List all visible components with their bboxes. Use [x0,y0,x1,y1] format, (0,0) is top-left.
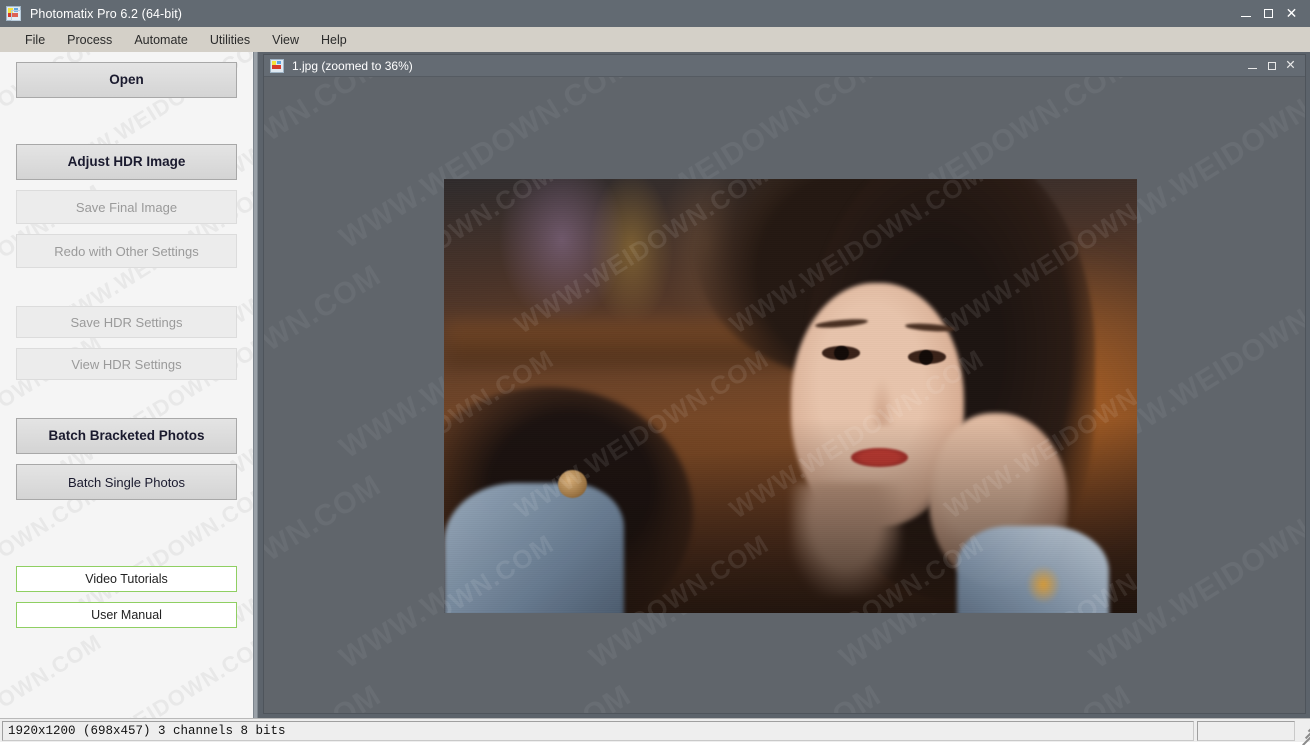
image-window-controls: ✕ [1243,55,1305,76]
statusbar: 1920x1200 (698x457) 3 channels 8 bits [0,718,1310,745]
image-close-button[interactable]: ✕ [1281,55,1300,76]
status-panel-secondary [1197,720,1295,741]
view-hdr-settings-button: View HDR Settings [16,348,237,380]
close-icon: ✕ [1285,5,1298,22]
workflow-sidebar: WWW.WEIDOWN.COM WWW.WEIDOWN.COM WWW.WEIDOW… [0,52,253,718]
application-window: Photomatix Pro 6.2 (64-bit) ✕ File Proce… [0,0,1310,745]
close-icon: ✕ [1285,57,1296,73]
main-content-row: WWW.WEIDOWN.COM WWW.WEIDOWN.COM WWW.WEIDOW… [0,52,1310,718]
batch-single-photos-button[interactable]: Batch Single Photos [16,464,237,500]
resize-grip-icon[interactable] [1297,723,1310,745]
menu-file[interactable]: File [14,31,56,49]
preview-photo[interactable]: WWW.WEIDOWN.COMWWW.WEIDOWN.COMWWW.WEIDOW… [444,179,1137,613]
image-window-titlebar: 1.jpg (zoomed to 36%) ✕ [264,55,1305,77]
status-info-text: 1920x1200 (698x457) 3 channels 8 bits [8,723,286,738]
minimize-icon [1240,16,1251,17]
video-tutorials-button[interactable]: Video Tutorials [16,566,237,592]
window-titlebar: Photomatix Pro 6.2 (64-bit) ✕ [0,0,1310,27]
batch-bracketed-photos-button[interactable]: Batch Bracketed Photos [16,418,237,454]
menu-help[interactable]: Help [310,31,358,49]
minimize-icon [1248,68,1257,69]
image-maximize-button[interactable] [1262,55,1281,76]
image-canvas[interactable]: WWW.WEIDOWN.COM WWW.WEIDOWN.COM WWW.WEIDOW… [264,77,1305,713]
photo-document-icon [270,58,284,73]
image-window-title: 1.jpg (zoomed to 36%) [292,58,413,73]
close-button[interactable]: ✕ [1280,0,1303,27]
menu-process[interactable]: Process [56,31,123,49]
open-button[interactable]: Open [16,62,237,98]
redo-with-other-settings-button: Redo with Other Settings [16,234,237,268]
minimize-button[interactable] [1234,0,1257,27]
menu-view[interactable]: View [261,31,310,49]
status-panel-info: 1920x1200 (698x457) 3 channels 8 bits [2,720,1194,741]
menubar: File Process Automate Utilities View Hel… [0,27,1310,52]
save-hdr-settings-button: Save HDR Settings [16,306,237,338]
maximize-button[interactable] [1257,0,1280,27]
window-title: Photomatix Pro 6.2 (64-bit) [30,6,183,21]
mdi-client-area: 1.jpg (zoomed to 36%) ✕ WWW.WEIDOWN.COM … [258,52,1310,718]
window-controls: ✕ [1234,0,1310,27]
user-manual-button[interactable]: User Manual [16,602,237,628]
menu-utilities[interactable]: Utilities [199,31,261,49]
image-minimize-button[interactable] [1243,55,1262,76]
maximize-icon [1264,9,1273,18]
image-document-window: 1.jpg (zoomed to 36%) ✕ WWW.WEIDOWN.COM … [263,54,1306,714]
maximize-icon [1267,61,1276,70]
save-final-image-button: Save Final Image [16,190,237,224]
photo-app-icon [6,5,22,22]
menu-automate[interactable]: Automate [123,31,199,49]
adjust-hdr-image-button[interactable]: Adjust HDR Image [16,144,237,180]
